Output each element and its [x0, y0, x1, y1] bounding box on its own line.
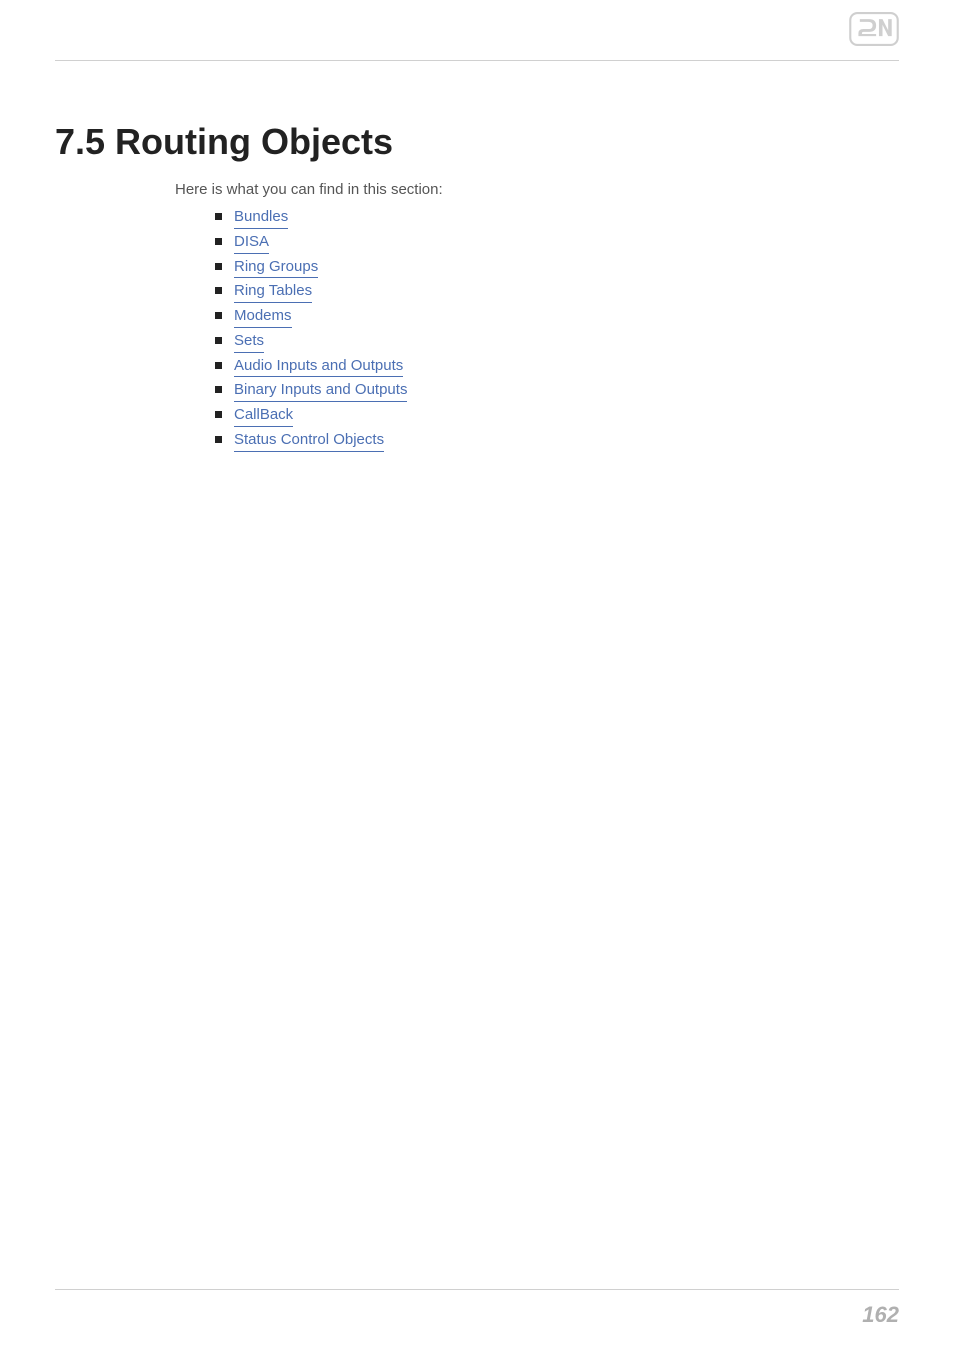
toc-item: Sets — [215, 330, 899, 353]
toc-link-callback[interactable]: CallBack — [234, 404, 293, 427]
intro-text: Here is what you can find in this sectio… — [175, 181, 899, 198]
bullet-icon — [215, 386, 222, 393]
toc-link-binary-io[interactable]: Binary Inputs and Outputs — [234, 379, 407, 402]
bullet-icon — [215, 312, 222, 319]
toc-item: Status Control Objects — [215, 429, 899, 452]
toc-item: CallBack — [215, 404, 899, 427]
toc-list: Bundles DISA Ring Groups Ring Tables Mod… — [215, 206, 899, 452]
page-container: 7.5 Routing Objects Here is what you can… — [0, 0, 954, 1350]
toc-link-disa[interactable]: DISA — [234, 231, 269, 254]
toc-item: Bundles — [215, 206, 899, 229]
toc-link-sets[interactable]: Sets — [234, 330, 264, 353]
bullet-icon — [215, 362, 222, 369]
toc-item: Audio Inputs and Outputs — [215, 355, 899, 378]
bullet-icon — [215, 213, 222, 220]
footer-divider — [55, 1289, 899, 1290]
toc-item: Modems — [215, 305, 899, 328]
bullet-icon — [215, 238, 222, 245]
toc-link-bundles[interactable]: Bundles — [234, 206, 288, 229]
bullet-icon — [215, 287, 222, 294]
bullet-icon — [215, 436, 222, 443]
toc-link-modems[interactable]: Modems — [234, 305, 292, 328]
bullet-icon — [215, 263, 222, 270]
toc-link-audio-io[interactable]: Audio Inputs and Outputs — [234, 355, 403, 378]
toc-item: Ring Tables — [215, 280, 899, 303]
toc-item: Ring Groups — [215, 256, 899, 279]
header-divider — [55, 60, 899, 61]
page-number: 162 — [862, 1302, 899, 1328]
bullet-icon — [215, 411, 222, 418]
toc-link-ring-tables[interactable]: Ring Tables — [234, 280, 312, 303]
toc-item: Binary Inputs and Outputs — [215, 379, 899, 402]
toc-link-status-control[interactable]: Status Control Objects — [234, 429, 384, 452]
brand-logo — [849, 12, 899, 46]
toc-link-ring-groups[interactable]: Ring Groups — [234, 256, 318, 279]
toc-item: DISA — [215, 231, 899, 254]
bullet-icon — [215, 337, 222, 344]
page-title: 7.5 Routing Objects — [55, 121, 899, 163]
